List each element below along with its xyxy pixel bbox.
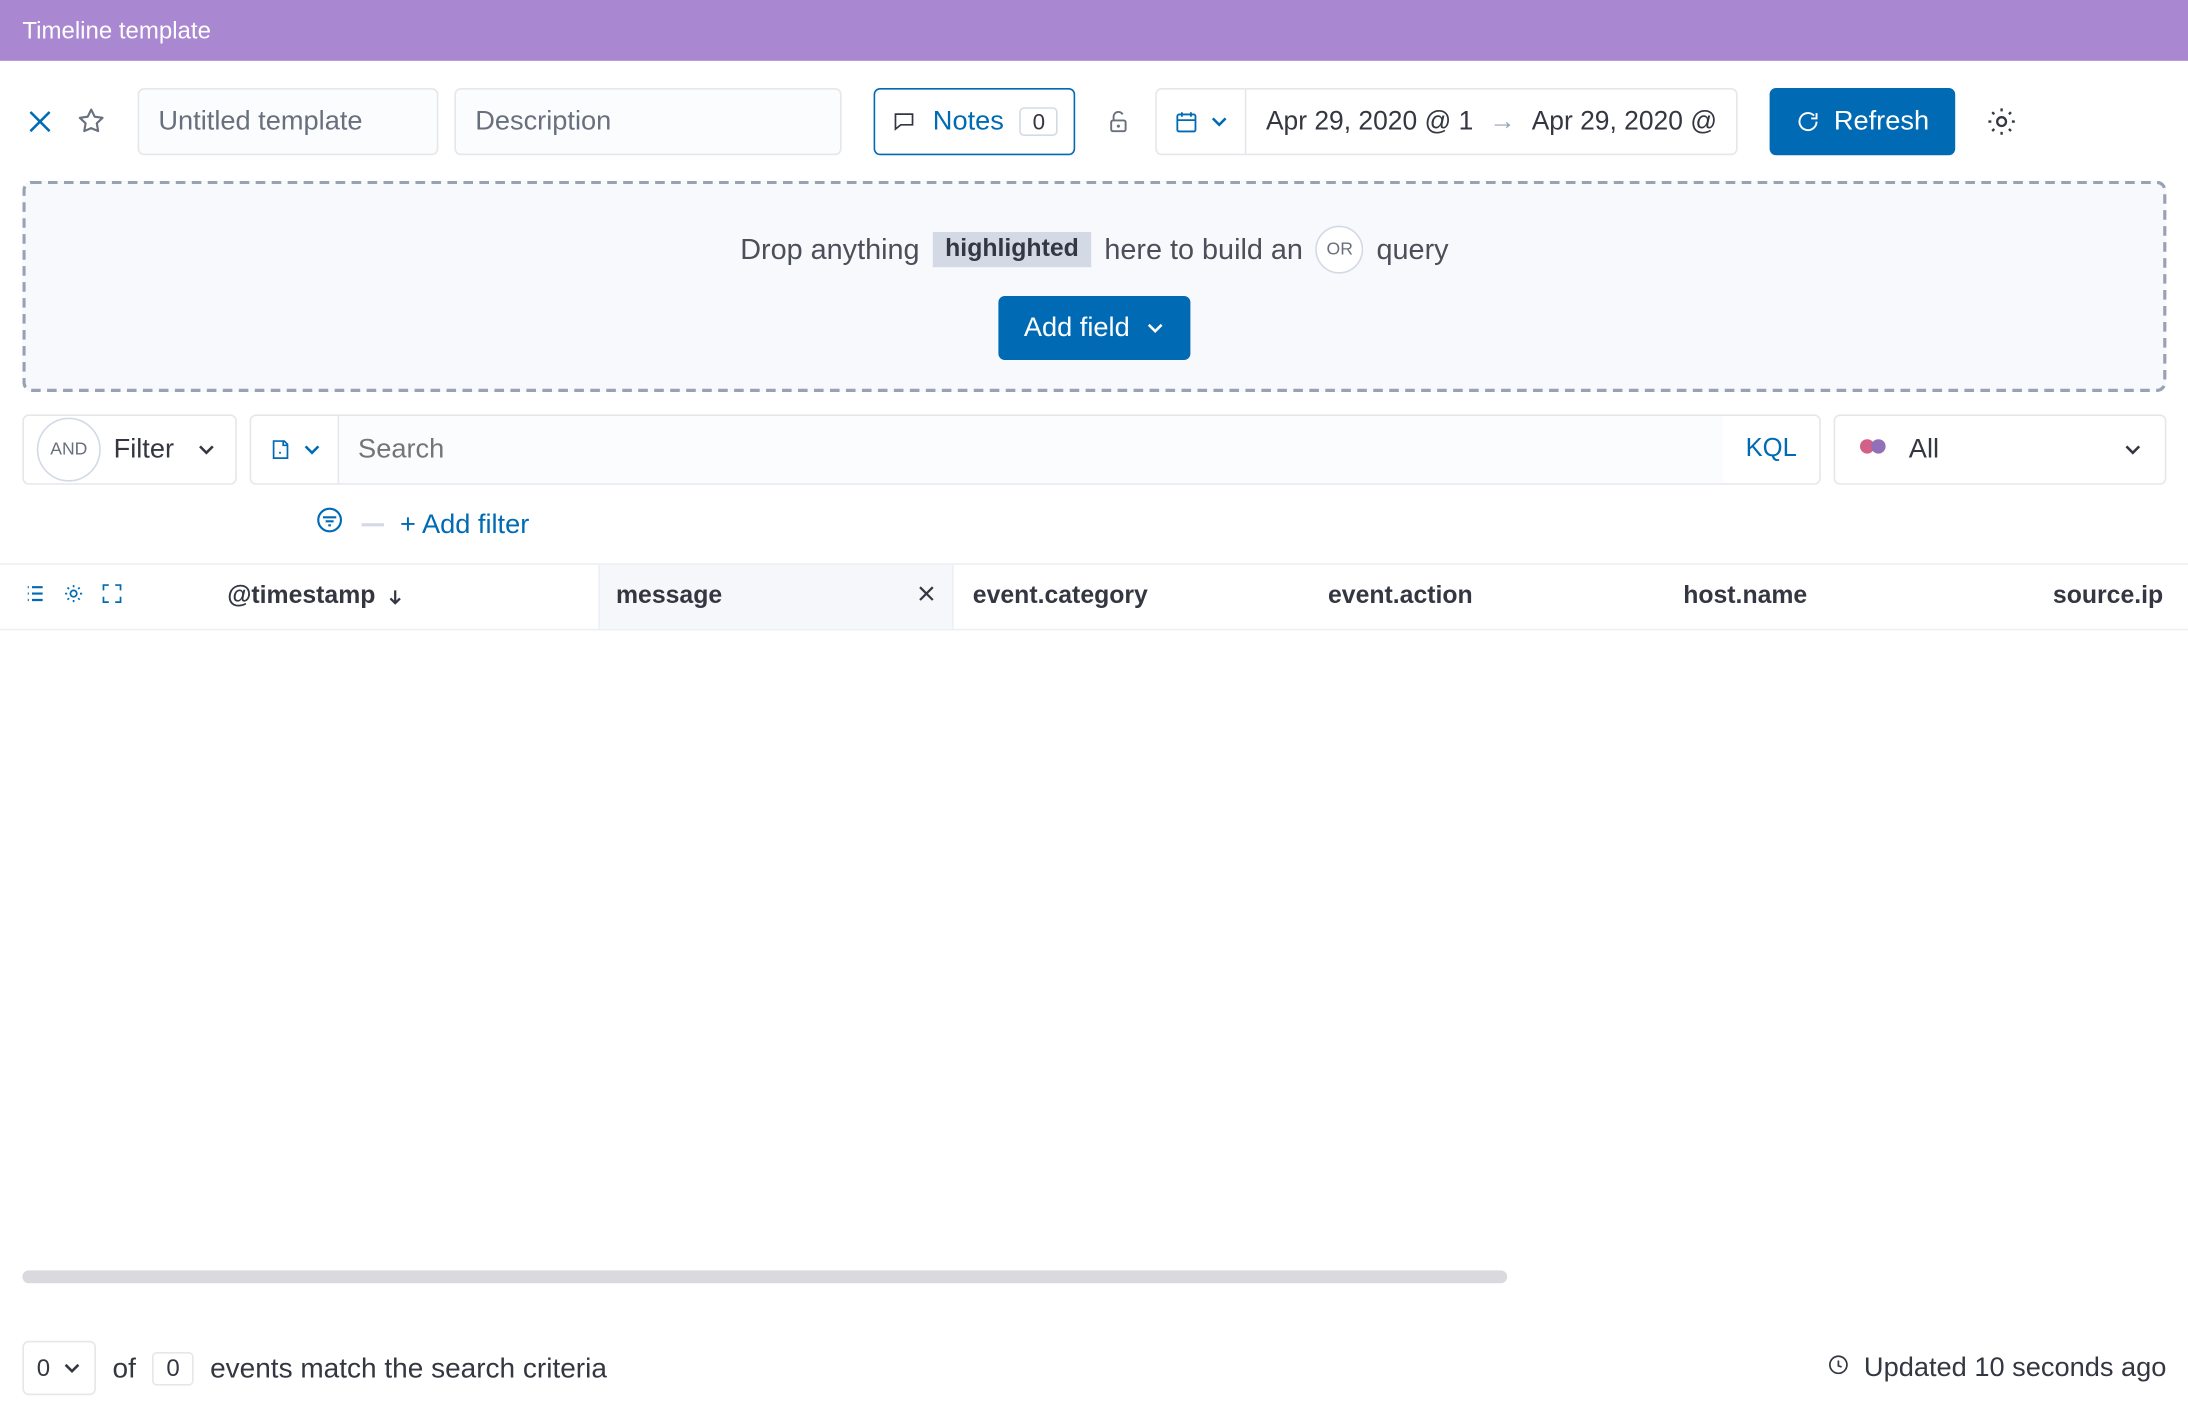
chevron-down-icon	[1146, 318, 1165, 337]
chevron-down-icon	[196, 440, 215, 459]
updated-text: Updated 10 seconds ago	[1864, 1352, 2166, 1384]
kql-button[interactable]: KQL	[1723, 435, 1819, 464]
dropzone-mid: here to build an	[1104, 233, 1303, 267]
notes-count: 0	[1020, 107, 1058, 136]
refresh-icon	[1795, 109, 1821, 135]
dropzone-suffix: query	[1377, 233, 1449, 267]
footer: 0 of 0 events match the search criteria …	[0, 1318, 2188, 1424]
chevron-down-icon	[302, 440, 321, 459]
title-input[interactable]: Untitled template	[138, 88, 439, 155]
total-count: 0	[152, 1351, 194, 1385]
dropzone-text: Drop anything highlighted here to build …	[740, 226, 1448, 274]
dropzone-highlight: highlighted	[932, 232, 1091, 267]
chevron-down-icon	[63, 1358, 82, 1377]
description-input[interactable]: Description	[454, 88, 841, 155]
divider	[362, 522, 384, 525]
and-pill: AND	[37, 418, 101, 482]
sort-down-icon	[385, 587, 404, 606]
or-pill: OR	[1316, 226, 1364, 274]
search-box: KQL	[249, 414, 1821, 484]
lock-open-icon[interactable]	[1101, 104, 1136, 139]
page-size-select[interactable]: 0	[22, 1341, 96, 1395]
toolbar: Untitled template Description Notes 0 Ap…	[0, 61, 2188, 178]
column-timestamp[interactable]: @timestamp	[227, 565, 598, 629]
filter-dropdown[interactable]: AND Filter	[22, 414, 236, 484]
add-field-label: Add field	[1024, 312, 1130, 344]
date-range[interactable]: Apr 29, 2020 @ 1 → Apr 29, 2020 @	[1247, 106, 1736, 136]
query-dropzone[interactable]: Drop anything highlighted here to build …	[22, 181, 2166, 392]
column-event-category[interactable]: event.category	[954, 565, 1309, 629]
list-icon[interactable]	[22, 580, 48, 614]
filter-menu-icon[interactable]	[314, 504, 346, 544]
refresh-button[interactable]: Refresh	[1770, 88, 1955, 155]
search-input[interactable]	[339, 416, 1723, 483]
comment-icon	[891, 109, 917, 135]
column-host-name-label: host.name	[1683, 582, 1807, 611]
clock-icon	[1826, 1351, 1852, 1385]
column-host-name[interactable]: host.name	[1664, 565, 2019, 629]
column-event-action-label: event.action	[1328, 582, 1473, 611]
dots-icon	[1858, 435, 1890, 464]
remove-column-icon[interactable]	[917, 582, 936, 611]
dropzone-prefix: Drop anything	[740, 233, 919, 267]
horizontal-scrollbar[interactable]	[22, 1270, 1507, 1283]
star-icon[interactable]	[74, 104, 109, 139]
column-source-ip[interactable]: source.ip	[2019, 565, 2166, 629]
saved-query-icon[interactable]	[251, 416, 339, 483]
refresh-label: Refresh	[1834, 106, 1929, 138]
column-source-ip-label: source.ip	[2053, 582, 2163, 611]
chevron-down-icon	[1210, 112, 1229, 131]
column-message-label: message	[616, 582, 722, 611]
column-event-category-label: event.category	[973, 582, 1148, 611]
notes-button[interactable]: Notes 0	[874, 88, 1076, 155]
chevron-down-icon	[2123, 440, 2142, 459]
notes-label: Notes	[933, 106, 1004, 138]
filter-bar: + Add filter	[0, 485, 2188, 563]
header-bar: Timeline template	[0, 0, 2188, 61]
match-text: events match the search criteria	[210, 1351, 607, 1385]
fullscreen-icon[interactable]	[99, 580, 125, 614]
date-end: Apr 29, 2020 @	[1532, 106, 1717, 136]
gear-icon[interactable]	[61, 580, 87, 614]
column-event-action[interactable]: event.action	[1309, 565, 1664, 629]
all-label: All	[1909, 434, 2104, 466]
data-provider-dropdown[interactable]: All	[1834, 414, 2167, 484]
date-picker[interactable]: Apr 29, 2020 @ 1 → Apr 29, 2020 @	[1156, 88, 1738, 155]
header-title: Timeline template	[22, 17, 211, 44]
add-filter-button[interactable]: + Add filter	[400, 508, 529, 540]
calendar-icon[interactable]	[1157, 90, 1247, 154]
of-label: of	[113, 1351, 136, 1385]
close-icon[interactable]	[22, 104, 57, 139]
gear-icon[interactable]	[1983, 104, 2018, 139]
date-start: Apr 29, 2020 @ 1	[1266, 106, 1473, 136]
page-size-value: 0	[37, 1354, 50, 1381]
arrow-right-icon: →	[1489, 106, 1515, 136]
column-timestamp-label: @timestamp	[227, 582, 375, 611]
search-row: AND Filter KQL All	[0, 414, 2188, 484]
description-placeholder: Description	[475, 106, 611, 138]
filter-label: Filter	[114, 434, 174, 466]
title-placeholder: Untitled template	[158, 106, 362, 138]
column-headers: @timestamp message event.category event.…	[0, 563, 2188, 630]
add-field-button[interactable]: Add field	[998, 296, 1190, 360]
column-message[interactable]: message	[598, 565, 953, 629]
